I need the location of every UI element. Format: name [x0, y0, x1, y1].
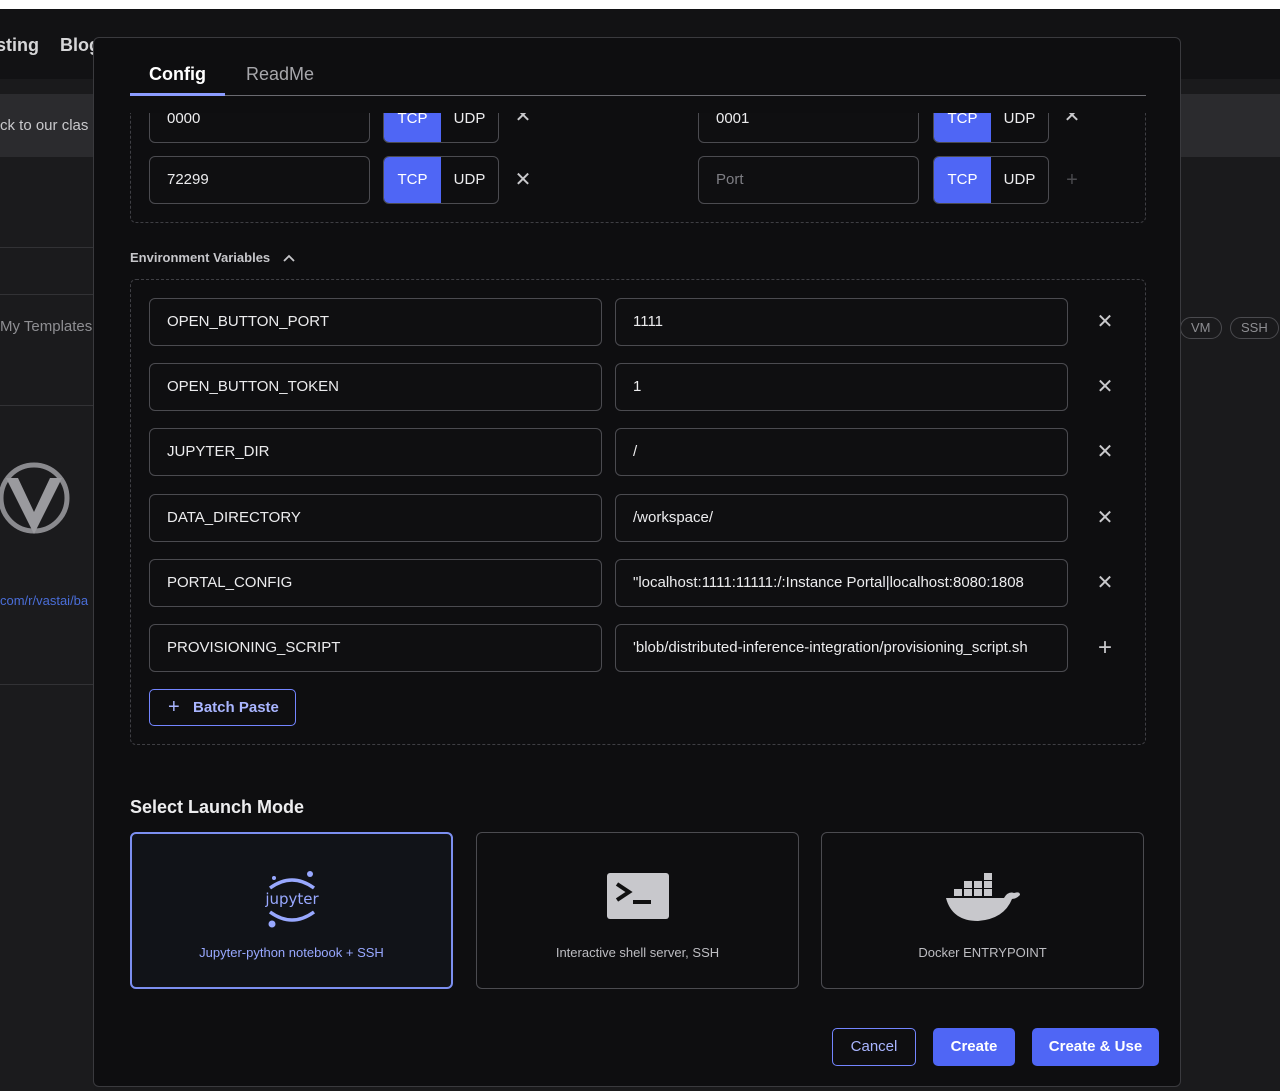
port-input[interactable]: 72299 [149, 156, 370, 204]
remove-env-icon[interactable]: ✕ [1094, 441, 1116, 463]
chip-vm[interactable]: VM [1180, 317, 1222, 339]
udp-option[interactable]: UDP [991, 113, 1048, 142]
remove-env-icon[interactable]: ✕ [1094, 376, 1116, 398]
env-value-input[interactable]: /workspace/ [615, 494, 1068, 542]
chip-ssh[interactable]: SSH [1230, 317, 1279, 339]
udp-option[interactable]: UDP [991, 157, 1048, 203]
tcp-option[interactable]: TCP [934, 113, 991, 142]
protocol-toggle[interactable]: TCP UDP [933, 156, 1049, 204]
add-port-icon[interactable]: + [1061, 169, 1083, 191]
ports-section: 0000 TCP UDP ✕ 0001 TCP UDP ✕ 72299 TCP … [130, 113, 1146, 223]
my-templates-tab[interactable]: My Templates [0, 318, 92, 335]
launch-mode-label: Docker ENTRYPOINT [918, 945, 1047, 960]
jupyter-wordmark: jupyter [264, 890, 319, 908]
env-value-input[interactable]: / [615, 428, 1068, 476]
divider [0, 684, 94, 685]
env-vars-section: OPEN_BUTTON_PORT 1111 ✕ OPEN_BUTTON_TOKE… [130, 279, 1146, 745]
divider [0, 405, 94, 406]
env-key-input[interactable]: JUPYTER_DIR [149, 428, 602, 476]
env-key-input[interactable]: PORTAL_CONFIG [149, 559, 602, 607]
cancel-button[interactable]: Cancel [832, 1028, 916, 1066]
background-sidebar [0, 157, 94, 1091]
batch-paste-label: Batch Paste [193, 699, 279, 716]
remove-env-icon[interactable]: ✕ [1094, 572, 1116, 594]
create-and-use-button[interactable]: Create & Use [1032, 1028, 1159, 1066]
tab-readme[interactable]: ReadMe [246, 64, 314, 96]
env-value-input[interactable]: 1111 [615, 298, 1068, 346]
add-env-icon[interactable]: + [1094, 636, 1116, 660]
modal-tabs: Config ReadMe [130, 58, 1146, 96]
plus-icon: + [168, 696, 180, 718]
chevron-up-icon[interactable] [281, 250, 297, 266]
remove-port-icon[interactable]: ✕ [1061, 113, 1083, 127]
launch-mode-title: Select Launch Mode [130, 797, 305, 817]
remove-env-icon[interactable]: ✕ [1094, 507, 1116, 529]
env-value-input[interactable]: 1 [615, 363, 1068, 411]
env-value-input[interactable]: "localhost:1111:11111:/:Instance Portal|… [615, 559, 1068, 607]
launch-mode-label: Interactive shell server, SSH [555, 945, 720, 960]
port-input[interactable]: 0001 [698, 113, 919, 143]
protocol-toggle[interactable]: TCP UDP [933, 113, 1049, 143]
remove-env-icon[interactable]: ✕ [1094, 311, 1116, 333]
tcp-option[interactable]: TCP [934, 157, 991, 203]
protocol-toggle[interactable]: TCP UDP [383, 113, 499, 143]
tcp-option[interactable]: TCP [384, 113, 441, 142]
launch-mode-jupyter[interactable]: jupyter Jupyter-python notebook + SSH [130, 832, 453, 989]
env-value-input[interactable]: 'blob/distributed-inference-integration/… [615, 624, 1068, 672]
banner-text: ck to our clas [0, 117, 89, 134]
template-image-link[interactable]: com/r/vastai/ba [0, 593, 88, 608]
divider [0, 247, 94, 248]
terminal-icon [606, 871, 669, 924]
env-vars-heading[interactable]: Environment Variables [130, 250, 270, 265]
divider [0, 294, 94, 295]
batch-paste-button[interactable]: + Batch Paste [149, 689, 296, 726]
template-logo-icon [0, 460, 72, 545]
create-button[interactable]: Create [933, 1028, 1015, 1066]
port-input[interactable]: 0000 [149, 113, 370, 143]
tab-config[interactable]: Config [130, 64, 225, 96]
docker-icon [944, 873, 1022, 930]
tcp-option[interactable]: TCP [384, 157, 441, 203]
template-editor-modal: Config ReadMe 0000 TCP UDP ✕ 0001 TCP UD… [93, 37, 1181, 1087]
env-key-input[interactable]: DATA_DIRECTORY [149, 494, 602, 542]
remove-port-icon[interactable]: ✕ [512, 169, 534, 191]
launch-mode-ssh[interactable]: Interactive shell server, SSH [476, 832, 799, 989]
nav-link-hosting[interactable]: sting [0, 35, 39, 56]
env-key-input[interactable]: OPEN_BUTTON_PORT [149, 298, 602, 346]
browser-top-strip [0, 0, 1280, 9]
udp-option[interactable]: UDP [441, 113, 498, 142]
env-key-input[interactable]: OPEN_BUTTON_TOKEN [149, 363, 602, 411]
remove-port-icon[interactable]: ✕ [512, 113, 534, 127]
launch-mode-docker[interactable]: Docker ENTRYPOINT [821, 832, 1144, 989]
launch-mode-label: Jupyter-python notebook + SSH [199, 945, 384, 960]
udp-option[interactable]: UDP [441, 157, 498, 203]
protocol-toggle[interactable]: TCP UDP [383, 156, 499, 204]
new-port-input[interactable]: Port [698, 156, 919, 204]
jupyter-icon: jupyter [264, 868, 320, 937]
env-key-input[interactable]: PROVISIONING_SCRIPT [149, 624, 602, 672]
